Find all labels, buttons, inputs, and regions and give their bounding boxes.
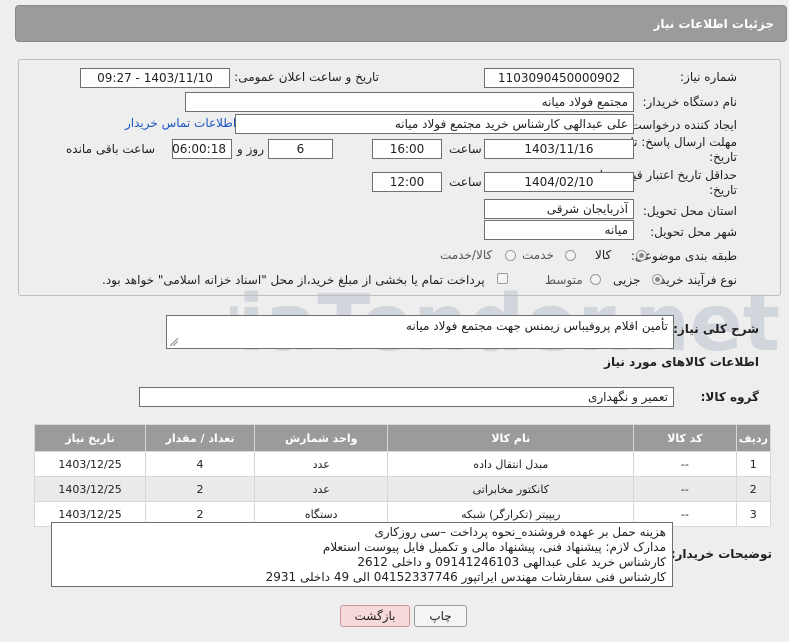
reply-deadline-date-field: 1403/11/16 <box>484 139 634 159</box>
cell-quantity: 2 <box>145 476 255 502</box>
buyer-notes-line: هزینه حمل بر عهده فروشنده_نحوه پرداخت –س… <box>374 525 666 539</box>
need-number-field: 1103090450000902 <box>484 68 634 88</box>
days-label: روز و <box>237 142 264 156</box>
cell-unit: عدد <box>253 451 389 477</box>
buyer-notes-label: توضیحات خریدار: <box>670 547 772 561</box>
process-option-medium: متوسط <box>545 273 583 287</box>
cell-item-code: -- <box>633 476 737 502</box>
goods-group-field: تعمیر و نگهداری <box>139 387 674 407</box>
reply-deadline-label-date: تاریخ: <box>709 150 737 164</box>
print-button[interactable]: چاپ <box>414 605 467 627</box>
cell-quantity: 4 <box>145 451 255 477</box>
category-option-goods: کالا <box>595 248 612 262</box>
price-time-label: ساعت <box>449 175 482 189</box>
goods-section-title: اطلاعات کالاهای مورد نیاز <box>604 355 759 369</box>
cell-need-date: 1403/12/25 <box>33 451 147 477</box>
cell-item-name: کانکتور مخابراتی <box>387 476 635 502</box>
table-header-row: ردیف کد کالا نام کالا واحد شمارش تعداد /… <box>33 424 772 452</box>
announce-datetime-label: تاریخ و ساعت اعلان عمومی: <box>234 70 379 84</box>
back-button[interactable]: بازگشت <box>340 605 410 627</box>
col-header-row-number: ردیف <box>735 424 772 452</box>
need-number-label: شماره نیاز: <box>680 70 737 84</box>
treasury-note: پرداخت تمام یا بخشی از مبلغ خرید،از محل … <box>102 273 485 287</box>
page-header: جزئیات اطلاعات نیاز <box>15 5 787 42</box>
category-radio-goods[interactable] <box>636 250 647 261</box>
delivery-province-label: استان محل تحویل: <box>642 204 737 218</box>
announce-datetime-field: 1403/11/10 - 09:27 <box>80 68 230 88</box>
category-radio-goods-service[interactable] <box>505 250 516 261</box>
col-header-item-name: نام کالا <box>387 424 635 452</box>
cell-row-number: 3 <box>735 501 772 527</box>
col-header-item-code: کد کالا <box>633 424 737 452</box>
col-header-need-date: تاریخ نیاز <box>33 424 147 452</box>
col-header-quantity: تعداد / مقدار <box>145 424 255 452</box>
category-option-goods-service: کالا/خدمت <box>440 248 493 262</box>
description-textarea[interactable]: تأمین اقلام پروفیباس زیمنس جهت مجتمع فول… <box>166 315 674 349</box>
purchase-process-label: نوع فرآیند خرید : <box>652 273 737 287</box>
buyer-contact-link[interactable]: اطلاعات تماس خریدار <box>125 116 236 130</box>
category-option-service: خدمت <box>522 248 554 262</box>
resize-grip-icon[interactable] <box>170 338 178 346</box>
category-radio-service[interactable] <box>565 250 576 261</box>
price-validity-time-field: 12:00 <box>372 172 442 192</box>
process-radio-medium[interactable] <box>590 274 601 285</box>
price-validity-label-date: تاریخ: <box>709 183 737 197</box>
buyer-org-field: مجتمع فولاد میانه <box>185 92 634 112</box>
cell-item-name: مبدل انتقال داده <box>387 451 635 477</box>
goods-group-label: گروه کالا: <box>700 390 759 404</box>
table-row: 1 -- مبدل انتقال داده عدد 4 1403/12/25 <box>33 451 772 477</box>
cell-row-number: 2 <box>735 476 772 502</box>
items-table: ردیف کد کالا نام کالا واحد شمارش تعداد /… <box>33 424 772 527</box>
remaining-time-label: ساعت باقی مانده <box>66 142 156 156</box>
buyer-org-label: نام دستگاه خریدار: <box>642 95 738 109</box>
requester-label: ایجاد کننده درخواست: <box>626 118 737 132</box>
buyer-notes-line: مدارک لازم: پیشنهاد فنی، پیشنهاد مالی و … <box>322 540 666 554</box>
delivery-province-field: آذربایجان شرقی <box>484 199 634 219</box>
remaining-days-field: 6 <box>268 139 333 159</box>
table-row: 2 -- کانکتور مخابراتی عدد 2 1403/12/25 <box>33 476 772 502</box>
col-header-unit: واحد شمارش <box>253 424 389 452</box>
cell-item-code: -- <box>633 451 737 477</box>
description-label: شرح کلی نیاز: <box>673 322 759 336</box>
reply-deadline-time-field: 16:00 <box>372 139 442 159</box>
reply-deadline-label: مهلت ارسال پاسخ: تا <box>630 135 737 149</box>
treasury-checkbox[interactable] <box>497 273 508 284</box>
page-title: جزئیات اطلاعات نیاز <box>653 17 774 31</box>
delivery-city-field: میانه <box>484 220 634 240</box>
cell-unit: عدد <box>253 476 389 502</box>
cell-need-date: 1403/12/25 <box>33 476 147 502</box>
delivery-city-label: شهر محل تحویل: <box>650 225 737 239</box>
requester-field: علی عبدالهی کارشناس خرید مجتمع فولاد میا… <box>235 114 634 134</box>
process-option-minor: جزیی <box>613 273 641 287</box>
buyer-notes-line: کارشناس فنی سفارشات مهندس ایراتپور 04152… <box>265 570 666 584</box>
remaining-time-field: 06:00:18 <box>172 139 232 159</box>
buyer-notes-textarea[interactable]: هزینه حمل بر عهده فروشنده_نحوه پرداخت –س… <box>51 522 673 587</box>
price-validity-date-field: 1404/02/10 <box>484 172 634 192</box>
cell-row-number: 1 <box>735 451 772 477</box>
description-text: تأمین اقلام پروفیباس زیمنس جهت مجتمع فول… <box>405 319 668 333</box>
reply-time-label: ساعت <box>449 142 482 156</box>
buyer-notes-line: کارشناس خرید علی عبدالهی 09141246103 و د… <box>357 555 666 569</box>
process-radio-minor[interactable] <box>652 274 663 285</box>
